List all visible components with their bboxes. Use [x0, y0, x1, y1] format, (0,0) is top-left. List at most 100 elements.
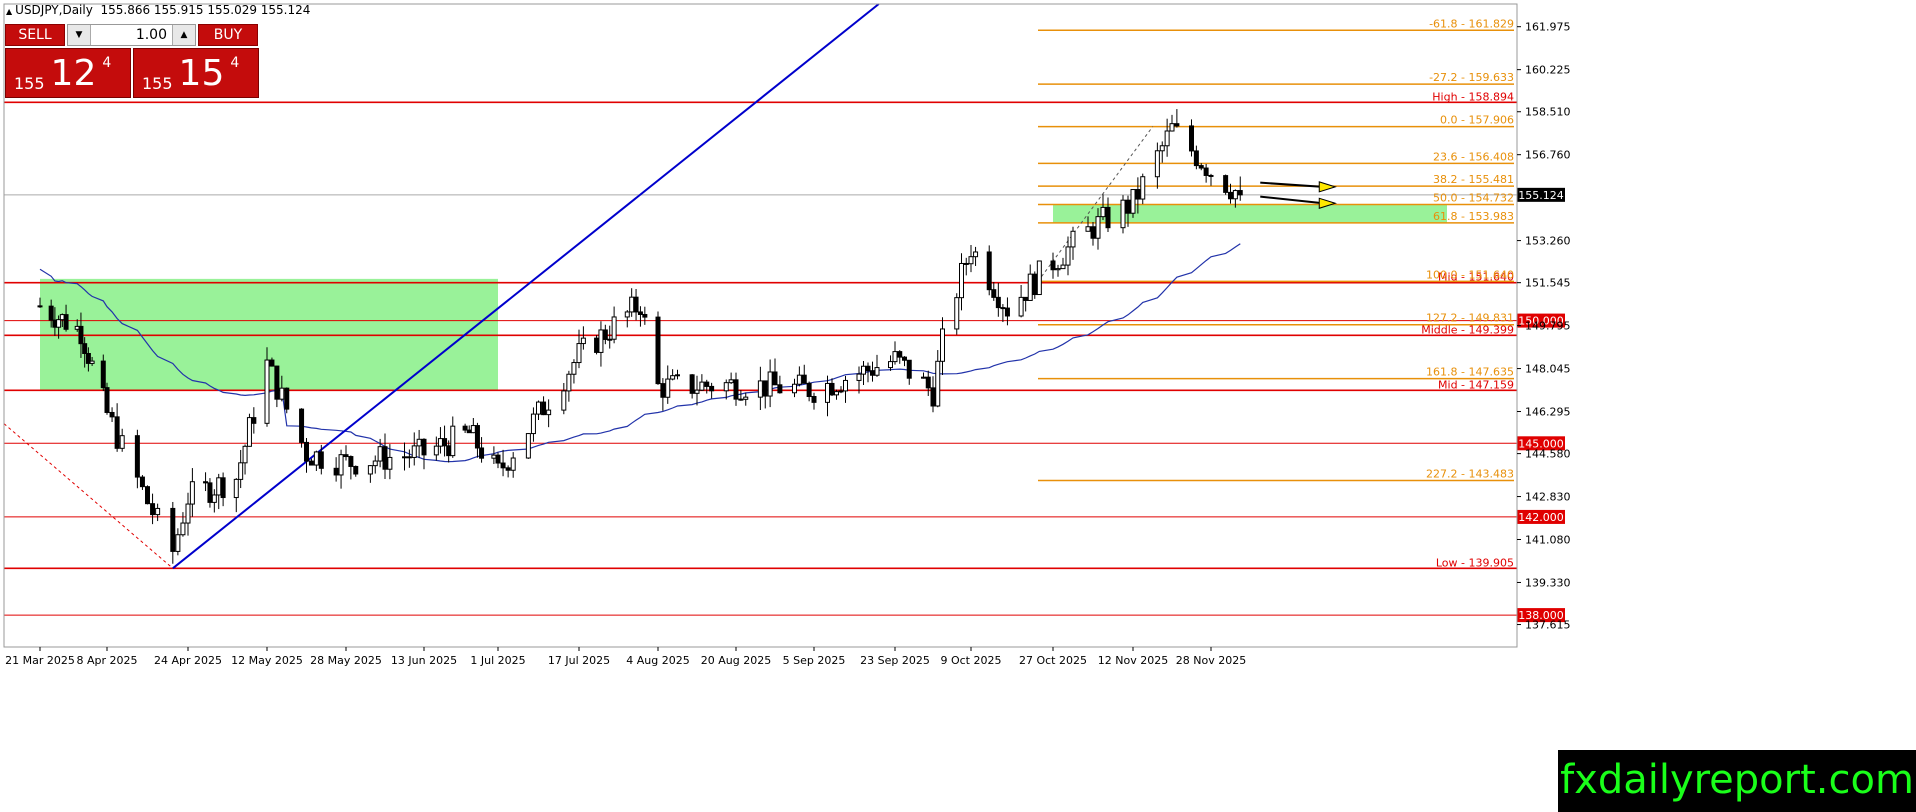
candle-body-48 [343, 454, 349, 458]
sell-button[interactable]: SELL [5, 24, 65, 46]
level-price-label-6: 142.000 [1518, 511, 1564, 524]
candle-body-30 [220, 477, 226, 499]
candle-body-138 [930, 387, 936, 407]
candle-body-119 [806, 382, 812, 398]
candle-body-33 [242, 445, 248, 464]
candle-body-162 [1090, 226, 1096, 239]
candle-body-128 [865, 365, 871, 372]
price-chart[interactable]: High - 158.894Mid - 151.640150.000Middle… [0, 0, 1916, 812]
fib-label-6: 61.8 - 153.983 [1433, 210, 1514, 223]
candle-body-181 [1223, 175, 1229, 193]
candle-body-69 [474, 425, 480, 449]
candle-body-103 [699, 381, 705, 391]
x-tick-label-10: 5 Sep 2025 [783, 654, 846, 667]
buy-price-button[interactable]: 155 15 4 [133, 48, 259, 98]
candle-body-96 [655, 316, 661, 385]
candle-body-58 [411, 445, 417, 458]
candle-body-115 [777, 384, 783, 394]
candle-body-79 [541, 401, 547, 416]
candle-body-146 [986, 251, 992, 291]
candle-body-175 [1174, 123, 1180, 127]
y-tick-label-13: 139.330 [1525, 576, 1571, 589]
candle-body-147 [991, 289, 997, 298]
candle-body-105 [709, 385, 715, 392]
sell-price-main: 12 [50, 53, 97, 94]
candle-body-67 [466, 429, 472, 434]
y-tick-label-10: 144.580 [1525, 448, 1571, 461]
candle-body-170 [1140, 176, 1146, 200]
candle-body-152 [1023, 296, 1029, 301]
x-tick-label-2: 24 Apr 2025 [154, 654, 222, 667]
candle-body-43 [308, 460, 314, 466]
candle-body-173 [1164, 130, 1170, 147]
candle-body-32 [238, 462, 244, 480]
candle-body-144 [968, 256, 974, 265]
candle-body-75 [510, 457, 516, 471]
candle-body-171 [1154, 150, 1160, 178]
buy-button[interactable]: BUY [198, 24, 258, 46]
candle-body-14 [114, 416, 120, 449]
candle-body-84 [576, 343, 582, 364]
candle-body-46 [333, 467, 339, 476]
candle-body-0 [37, 305, 43, 308]
candle-body-83 [571, 362, 577, 375]
lot-increase-icon[interactable]: ▲ [172, 25, 195, 45]
candle-body-127 [861, 365, 866, 375]
candle-body-116 [792, 383, 797, 394]
x-tick-label-12: 9 Oct 2025 [940, 654, 1001, 667]
candle-body-1 [48, 305, 54, 321]
candle-body-17 [139, 476, 145, 488]
candle-body-169 [1135, 189, 1141, 200]
sell-price-button[interactable]: 155 12 4 [5, 48, 131, 98]
time-axis: 21 Mar 2025 8 Apr 2025 24 Apr 2025 12 May 2… [5, 647, 1246, 667]
candle-body-114 [772, 371, 778, 386]
candle-body-125 [843, 379, 848, 392]
candle-body-154 [1032, 273, 1038, 296]
candle-body-73 [500, 462, 506, 469]
fib-label-8: 127.2 - 149.831 [1426, 312, 1514, 325]
candle-body-63 [442, 438, 448, 447]
candle-body-77 [530, 413, 536, 435]
candle-body-64 [446, 445, 452, 457]
candle-body-39 [279, 387, 285, 400]
candle-body-91 [624, 311, 630, 318]
y-tick-label-7: 149.795 [1525, 320, 1571, 333]
candle-body-99 [670, 375, 676, 380]
lot-size-value[interactable]: 1.00 [96, 25, 167, 45]
candle-body-102 [694, 389, 700, 394]
y-tick-label-0: 161.975 [1525, 21, 1571, 34]
candle-body-131 [888, 361, 893, 369]
candle-body-42 [304, 441, 309, 462]
projection-arrow-head-icon-0 [1318, 181, 1337, 193]
candle-body-183 [1232, 190, 1238, 200]
candle-body-111 [757, 380, 763, 398]
fib-label-2: 0.0 - 157.906 [1440, 114, 1514, 127]
candle-body-55 [387, 456, 393, 470]
fib-label-1: -27.2 - 159.633 [1429, 71, 1514, 84]
candle-body-120 [811, 396, 817, 403]
chart-header: ▲ USDJPY,Daily 155.866 155.915 155.029 15… [6, 3, 310, 17]
candle-body-11 [100, 360, 106, 389]
fib-label-10: 227.2 - 143.483 [1426, 468, 1514, 481]
candle-body-34 [246, 417, 252, 447]
collapse-triangle-icon[interactable]: ▲ [6, 7, 12, 16]
lot-size-input[interactable]: ▼ 1.00 ▲ [67, 24, 196, 46]
candle-body-130 [874, 367, 880, 376]
fib-label-5: 50.0 - 154.732 [1433, 191, 1514, 204]
x-tick-label-8: 4 Aug 2025 [626, 654, 689, 667]
candle-body-88 [602, 329, 608, 340]
lot-decrease-icon[interactable]: ▼ [68, 25, 91, 45]
candle-body-52 [372, 460, 378, 467]
candle-body-97 [660, 383, 666, 398]
candle-body-44 [313, 451, 319, 466]
candle-body-95 [642, 313, 648, 318]
candle-body-129 [870, 370, 875, 376]
candle-body-148 [995, 296, 1001, 309]
candle-body-93 [633, 296, 639, 313]
candle-body-117 [796, 374, 802, 385]
candle-body-176 [1189, 125, 1194, 152]
candle-body-134 [902, 356, 907, 361]
y-tick-label-14: 137.615 [1525, 619, 1571, 632]
x-tick-label-4: 28 May 2025 [310, 654, 382, 667]
x-tick-label-11: 23 Sep 2025 [860, 654, 930, 667]
